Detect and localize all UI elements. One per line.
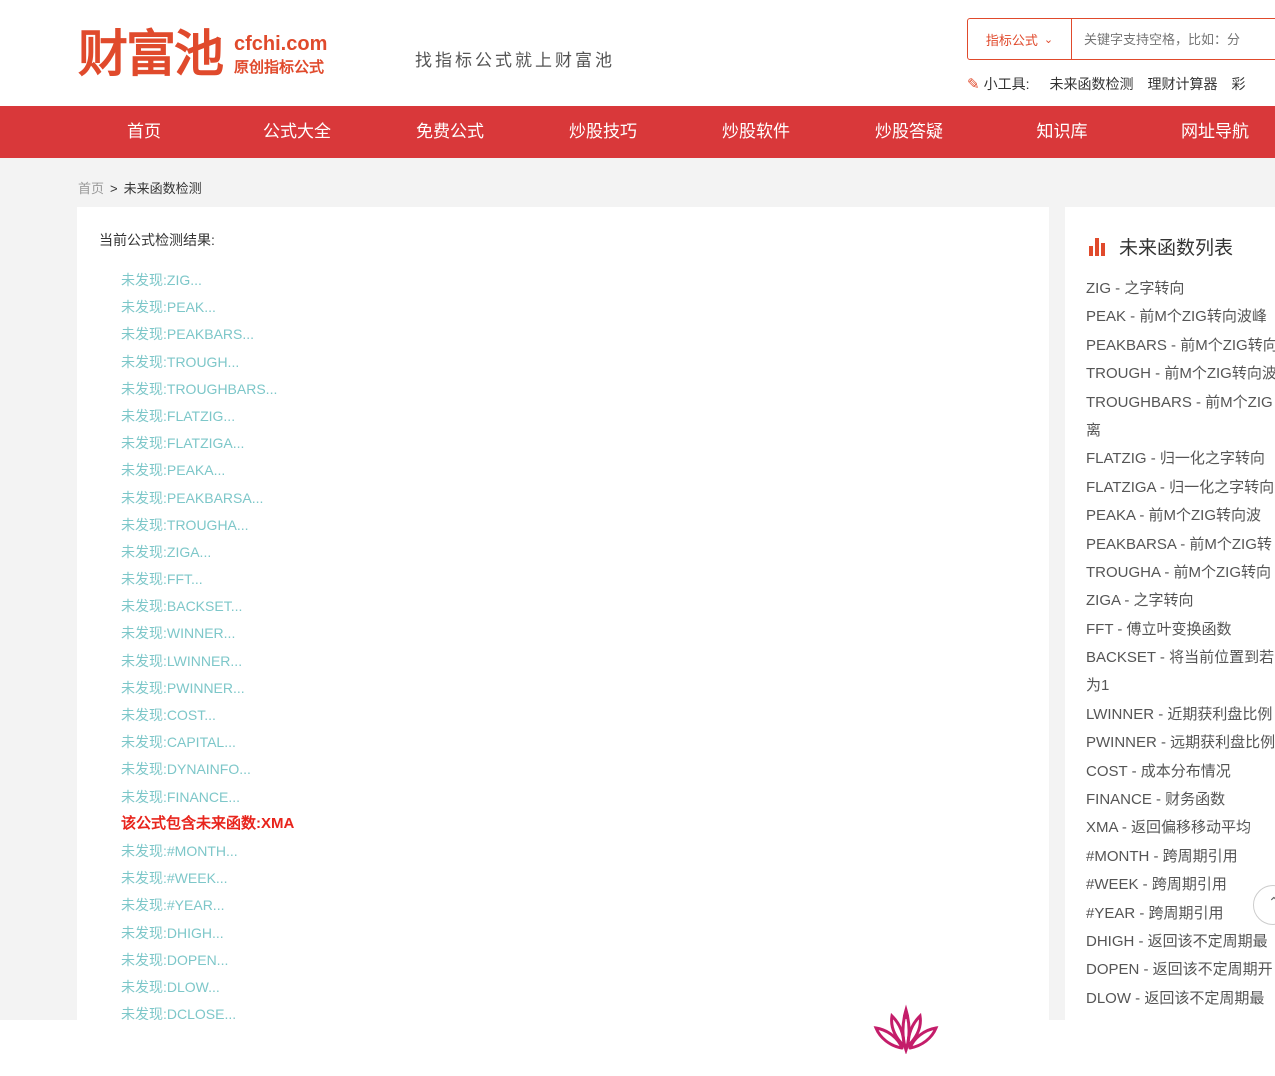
result-title: 当前公式检测结果: — [99, 232, 215, 248]
result-item: 未发现:FLATZIGA... — [121, 435, 245, 452]
sidebar-list-item[interactable]: DLOW - 返回该不定周期最 — [1086, 989, 1275, 1017]
search-input[interactable] — [1072, 19, 1275, 59]
result-item: 未发现:CAPITAL... — [121, 734, 236, 751]
footer — [0, 1020, 1275, 1076]
sidebar-list-item[interactable]: FLATZIG - 归一化之字转向 — [1086, 449, 1275, 477]
future-function-sidebar: 未来函数列表 ZIG - 之字转向 PEAK - 前M个ZIG转向波峰 PEAKBA… — [1065, 207, 1275, 1020]
sidebar-list-item[interactable]: PEAKBARS - 前M个ZIG转向 — [1086, 336, 1275, 364]
sidebar-list-item[interactable]: FFT - 傅立叶变换函数 — [1086, 620, 1275, 648]
slogan: 找指标公式就上财富池 — [415, 51, 615, 71]
nav-item-stock-tips[interactable]: 炒股技巧 — [569, 106, 637, 158]
result-item: 未发现:TROUGHBARS... — [121, 380, 278, 397]
sidebar-list-item[interactable]: #YEAR - 跨周期引用 — [1086, 904, 1275, 932]
tool-link-future-function-check[interactable]: 未来函数检测 — [1049, 74, 1133, 94]
site-logo[interactable]: 财富池 cfchi.com 原创指标公式 — [78, 26, 327, 82]
sidebar-title-text: 未来函数列表 — [1119, 238, 1234, 259]
breadcrumb-separator: > — [110, 181, 118, 196]
logo-domain: cfchi.com — [234, 32, 328, 55]
sidebar-list-item[interactable]: PWINNER - 远期获利盘比例 — [1086, 733, 1275, 761]
result-item: 未发现:DHIGH... — [121, 924, 224, 941]
sidebar-list-item[interactable]: XMA - 返回偏移移动平均 — [1086, 818, 1275, 846]
chevron-down-icon: ⌄ — [1043, 33, 1054, 46]
lotus-watermark-icon — [873, 1004, 939, 1054]
result-item: 未发现:WINNER... — [121, 625, 236, 642]
result-panel: 当前公式检测结果: 未发现:ZIG... 未发现:PEAK... 未发现:PEAKB… — [77, 207, 1049, 1022]
future-function-list: ZIG - 之字转向 PEAK - 前M个ZIG转向波峰 PEAKBARS - 前M… — [1086, 279, 1275, 1017]
logo-subtitle: 原创指标公式 — [234, 58, 325, 76]
sidebar-list-item[interactable]: 离 — [1086, 421, 1275, 449]
result-item: 未发现:TROUGHA... — [121, 516, 249, 533]
sidebar-list-item[interactable]: LWINNER - 近期获利盘比例 — [1086, 705, 1275, 733]
sidebar-list-item[interactable]: 为1 — [1086, 676, 1275, 704]
bar-chart-icon — [1089, 237, 1107, 256]
nav-item-qa[interactable]: 炒股答疑 — [875, 106, 943, 158]
result-item: 未发现:PEAK... — [121, 299, 216, 316]
sidebar-list-item[interactable]: TROUGHBARS - 前M个ZIG — [1086, 393, 1275, 421]
result-item: 未发现:PEAKA... — [121, 462, 226, 479]
sidebar-list-item[interactable]: COST - 成本分布情况 — [1086, 762, 1275, 790]
nav-item-formulas[interactable]: 公式大全 — [263, 106, 331, 158]
result-item: 未发现:FLATZIG... — [121, 407, 236, 424]
result-item: 未发现:PEAKBARS... — [121, 326, 255, 343]
sidebar-title: 未来函数列表 — [1089, 233, 1233, 260]
result-item: 未发现:#YEAR... — [121, 897, 225, 914]
sidebar-list-item[interactable]: PEAKBARSA - 前M个ZIG转 — [1086, 535, 1275, 563]
result-item: 未发现:BACKSET... — [121, 598, 243, 615]
nav-item-home[interactable]: 首页 — [127, 106, 161, 158]
breadcrumb: 首页 > 未来函数检测 — [78, 178, 202, 197]
result-item: 未发现:DYNAINFO... — [121, 761, 251, 778]
sidebar-list-item[interactable]: ZIG - 之字转向 — [1086, 279, 1275, 307]
logo-text-block: cfchi.com 原创指标公式 — [234, 34, 327, 75]
result-item: 未发现:ZIG... — [121, 272, 202, 288]
sidebar-list-item[interactable]: TROUGHA - 前M个ZIG转向 — [1086, 563, 1275, 591]
sidebar-list-item[interactable]: FINANCE - 财务函数 — [1086, 790, 1275, 818]
sidebar-list-item[interactable]: DHIGH - 返回该不定周期最 — [1086, 932, 1275, 960]
result-item-found: 该公式包含未来函数:XMA — [121, 814, 295, 832]
search-category-select[interactable]: 指标公式 ⌄ — [968, 19, 1072, 59]
tool-link-3[interactable]: 彩 — [1231, 74, 1245, 94]
chevron-up-icon: ⌃ — [1268, 894, 1275, 910]
result-item: 未发现:COST... — [121, 707, 216, 723]
result-item: 未发现:DOPEN... — [121, 951, 229, 968]
result-list: 未发现:ZIG... 未发现:PEAK... 未发现:PEAKBARS... 未发现:… — [121, 270, 294, 1031]
main-nav: 首页 公式大全 免费公式 炒股技巧 炒股软件 炒股答疑 知识库 网址导航 — [0, 106, 1275, 158]
result-item: 未发现:ZIGA... — [121, 543, 212, 560]
result-item: 未发现:FINANCE... — [121, 788, 241, 805]
sidebar-list-item[interactable]: #MONTH - 跨周期引用 — [1086, 847, 1275, 875]
tool-link-finance-calculator[interactable]: 理财计算器 — [1147, 74, 1217, 94]
wrench-icon: ✎ — [967, 76, 980, 93]
sidebar-list-item[interactable]: TROUGH - 前M个ZIG转向波谷 — [1086, 364, 1275, 392]
logo-chinese: 财富池 — [78, 24, 224, 83]
sidebar-list-item[interactable]: #WEEK - 跨周期引用 — [1086, 875, 1275, 903]
result-item: 未发现:TROUGH... — [121, 353, 240, 370]
nav-item-knowledge[interactable]: 知识库 — [1037, 106, 1088, 158]
result-item: 未发现:FFT... — [121, 571, 203, 588]
sidebar-list-item[interactable]: FLATZIGA - 归一化之字转向 — [1086, 478, 1275, 506]
sidebar-list-item[interactable]: PEAKA - 前M个ZIG转向波 — [1086, 506, 1275, 534]
nav-item-stock-software[interactable]: 炒股软件 — [722, 106, 790, 158]
search-box: 指标公式 ⌄ — [967, 18, 1275, 60]
nav-item-site-directory[interactable]: 网址导航 — [1181, 106, 1249, 158]
result-item: 未发现:DLOW... — [121, 978, 220, 995]
sidebar-list-item[interactable]: PEAK - 前M个ZIG转向波峰 — [1086, 307, 1275, 335]
site-header: 财富池 cfchi.com 原创指标公式 找指标公式就上财富池 指标公式 ⌄ ✎… — [0, 0, 1275, 106]
tools-bar: ✎ 小工具: 未来函数检测 理财计算器 彩 — [967, 74, 1259, 94]
tools-label: 小工具: — [983, 76, 1030, 92]
result-item: 未发现:PWINNER... — [121, 679, 245, 696]
breadcrumb-current: 未来函数检测 — [123, 181, 202, 196]
sidebar-list-item[interactable]: BACKSET - 将当前位置到若 — [1086, 648, 1275, 676]
breadcrumb-home[interactable]: 首页 — [78, 181, 104, 196]
result-item: 未发现:PEAKBARSA... — [121, 489, 264, 506]
nav-item-free-formulas[interactable]: 免费公式 — [416, 106, 484, 158]
result-item: 未发现:LWINNER... — [121, 652, 243, 669]
search-category-label: 指标公式 — [985, 32, 1038, 48]
sidebar-list-item[interactable]: ZIGA - 之字转向 — [1086, 591, 1275, 619]
sidebar-list-item[interactable]: DOPEN - 返回该不定周期开 — [1086, 960, 1275, 988]
result-item: 未发现:#MONTH... — [121, 842, 238, 859]
result-item: 未发现:#WEEK... — [121, 870, 228, 887]
